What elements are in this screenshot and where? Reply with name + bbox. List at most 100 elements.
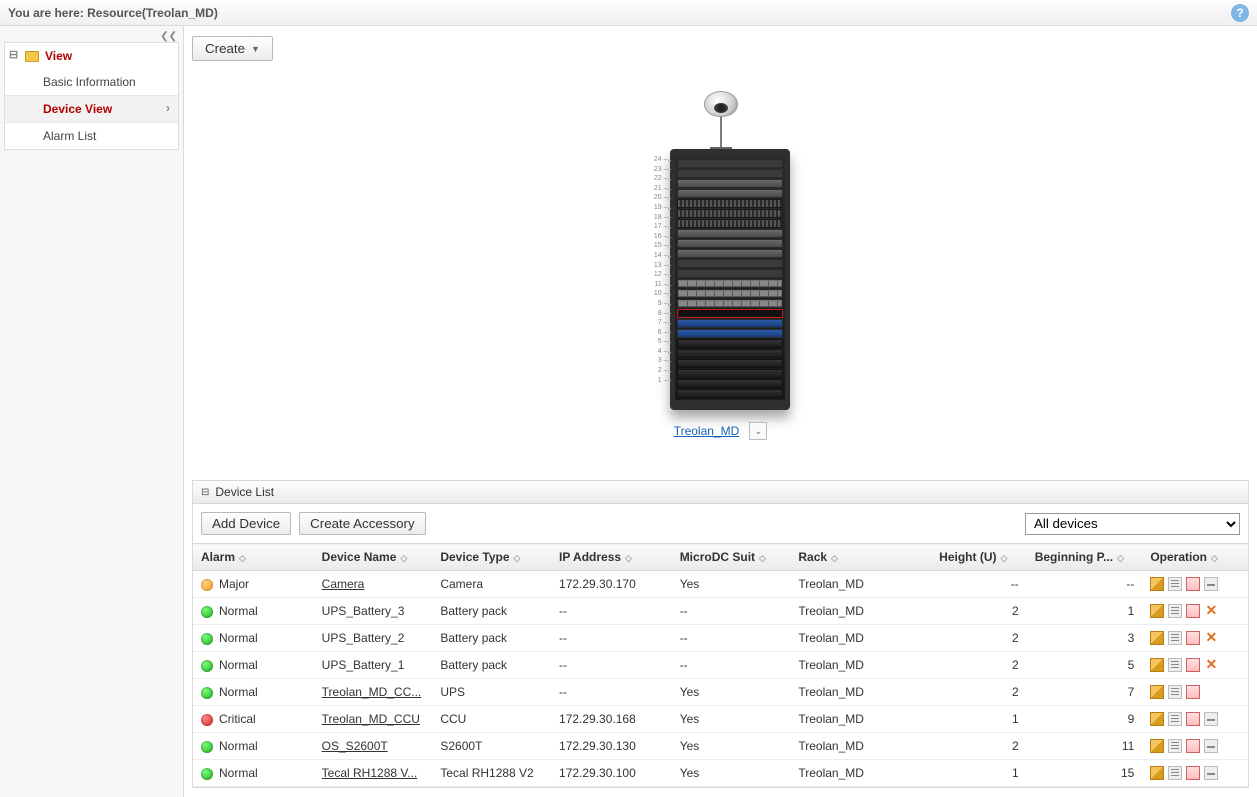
del-icon[interactable] <box>1204 766 1218 780</box>
rack-unit[interactable] <box>677 339 783 348</box>
rack-unit[interactable] <box>677 269 783 278</box>
rack-unit[interactable] <box>677 379 783 388</box>
tree-root-view[interactable]: View <box>5 43 178 69</box>
rack-unit[interactable] <box>677 199 783 208</box>
move-icon[interactable] <box>1186 766 1200 780</box>
status-dot-icon <box>201 633 213 645</box>
props-icon[interactable] <box>1168 577 1182 591</box>
rack-unit[interactable] <box>677 359 783 368</box>
camera-icon <box>704 91 738 117</box>
rack-unit[interactable] <box>677 319 783 328</box>
edit-icon[interactable] <box>1150 631 1164 645</box>
table-row[interactable]: NormalTreolan_MD_CC...UPS--YesTreolan_MD… <box>193 679 1248 706</box>
rack-unit[interactable] <box>677 219 783 228</box>
rack-unit[interactable] <box>677 309 783 318</box>
rack-unit[interactable] <box>677 289 783 298</box>
col-header[interactable]: Rack◇ <box>790 544 931 571</box>
table-row[interactable]: NormalOS_S2600TS2600T172.29.30.130YesTre… <box>193 733 1248 760</box>
device-name-link[interactable]: Treolan_MD_CCU <box>322 712 420 726</box>
panel-header[interactable]: ⊟ Device List <box>193 481 1248 504</box>
rack-unit[interactable] <box>677 159 783 168</box>
rack-unit[interactable] <box>677 259 783 268</box>
rack-ruler: 1 –2 –3 –4 –5 –6 –7 –8 –9 –10 –11 –12 –1… <box>652 149 668 385</box>
move-icon[interactable] <box>1186 712 1200 726</box>
sidebar-collapse-icon[interactable]: ❮❮ <box>0 30 183 42</box>
edit-icon[interactable] <box>1150 766 1164 780</box>
move-icon[interactable] <box>1186 658 1200 672</box>
sidebar-item-alarm-list[interactable]: Alarm List <box>5 123 178 149</box>
col-header[interactable]: Beginning P...◇ <box>1027 544 1143 571</box>
move-icon[interactable] <box>1186 685 1200 699</box>
rack-unit[interactable] <box>677 189 783 198</box>
help-icon[interactable]: ? <box>1231 4 1249 22</box>
rack-unit[interactable] <box>677 349 783 358</box>
status-dot-icon <box>201 606 213 618</box>
table-row[interactable]: NormalUPS_Battery_1Battery pack----Treol… <box>193 652 1248 679</box>
rack-unit[interactable] <box>677 279 783 288</box>
sidebar-item-device-view[interactable]: Device View <box>5 95 178 123</box>
camera-device[interactable] <box>704 91 738 151</box>
move-icon[interactable] <box>1186 577 1200 591</box>
props-icon[interactable] <box>1168 685 1182 699</box>
move-icon[interactable] <box>1186 604 1200 618</box>
props-icon[interactable] <box>1168 604 1182 618</box>
breadcrumb: You are here: Resource(Treolan_MD) <box>8 6 218 20</box>
x-icon[interactable]: ✕ <box>1204 604 1218 618</box>
col-header[interactable]: Device Name◇ <box>314 544 433 571</box>
create-button[interactable]: Create ▼ <box>192 36 273 61</box>
rack-unit[interactable] <box>677 209 783 218</box>
col-header[interactable]: Operation◇ <box>1142 544 1248 571</box>
rack[interactable] <box>670 149 790 410</box>
sidebar-item-basic-information[interactable]: Basic Information <box>5 69 178 95</box>
rack-expand-icon[interactable]: ⌄ <box>749 422 767 440</box>
rack-unit[interactable] <box>677 249 783 258</box>
col-header[interactable]: Device Type◇ <box>432 544 551 571</box>
move-icon[interactable] <box>1186 739 1200 753</box>
del-icon[interactable] <box>1204 739 1218 753</box>
table-row[interactable]: NormalTecal RH1288 V...Tecal RH1288 V217… <box>193 760 1248 787</box>
rack-unit[interactable] <box>677 229 783 238</box>
x-icon[interactable]: ✕ <box>1204 631 1218 645</box>
props-icon[interactable] <box>1168 712 1182 726</box>
rack-unit[interactable] <box>677 179 783 188</box>
rack-unit[interactable] <box>677 329 783 338</box>
x-icon[interactable]: ✕ <box>1204 658 1218 672</box>
rack-unit[interactable] <box>677 299 783 308</box>
table-row[interactable]: NormalUPS_Battery_2Battery pack----Treol… <box>193 625 1248 652</box>
table-row[interactable]: NormalUPS_Battery_3Battery pack----Treol… <box>193 598 1248 625</box>
edit-icon[interactable] <box>1150 658 1164 672</box>
rack-unit[interactable] <box>677 169 783 178</box>
rack-name-link[interactable]: Treolan_MD <box>674 424 740 438</box>
status-dot-icon <box>201 660 213 672</box>
create-accessory-button[interactable]: Create Accessory <box>299 512 425 535</box>
device-name-link[interactable]: Camera <box>322 577 365 591</box>
props-icon[interactable] <box>1168 631 1182 645</box>
status-dot-icon <box>201 714 213 726</box>
props-icon[interactable] <box>1168 766 1182 780</box>
table-row[interactable]: CriticalTreolan_MD_CCUCCU172.29.30.168Ye… <box>193 706 1248 733</box>
edit-icon[interactable] <box>1150 712 1164 726</box>
col-header[interactable]: Alarm◇ <box>193 544 314 571</box>
move-icon[interactable] <box>1186 631 1200 645</box>
edit-icon[interactable] <box>1150 685 1164 699</box>
col-header[interactable]: Height (U)◇ <box>931 544 1027 571</box>
device-filter-select[interactable]: All devices <box>1025 513 1240 535</box>
table-body: MajorCameraCamera172.29.30.170YesTreolan… <box>193 571 1248 787</box>
rack-unit[interactable] <box>677 239 783 248</box>
del-icon[interactable] <box>1204 577 1218 591</box>
props-icon[interactable] <box>1168 739 1182 753</box>
col-header[interactable]: MicroDC Suit◇ <box>672 544 791 571</box>
device-name-link[interactable]: Tecal RH1288 V... <box>322 766 418 780</box>
col-header[interactable]: IP Address◇ <box>551 544 672 571</box>
del-icon[interactable] <box>1204 712 1218 726</box>
rack-unit[interactable] <box>677 389 783 398</box>
rack-unit[interactable] <box>677 369 783 378</box>
device-name-link[interactable]: OS_S2600T <box>322 739 388 753</box>
table-row[interactable]: MajorCameraCamera172.29.30.170YesTreolan… <box>193 571 1248 598</box>
props-icon[interactable] <box>1168 658 1182 672</box>
add-device-button[interactable]: Add Device <box>201 512 291 535</box>
device-name-link[interactable]: Treolan_MD_CC... <box>322 685 422 699</box>
edit-icon[interactable] <box>1150 577 1164 591</box>
edit-icon[interactable] <box>1150 739 1164 753</box>
edit-icon[interactable] <box>1150 604 1164 618</box>
